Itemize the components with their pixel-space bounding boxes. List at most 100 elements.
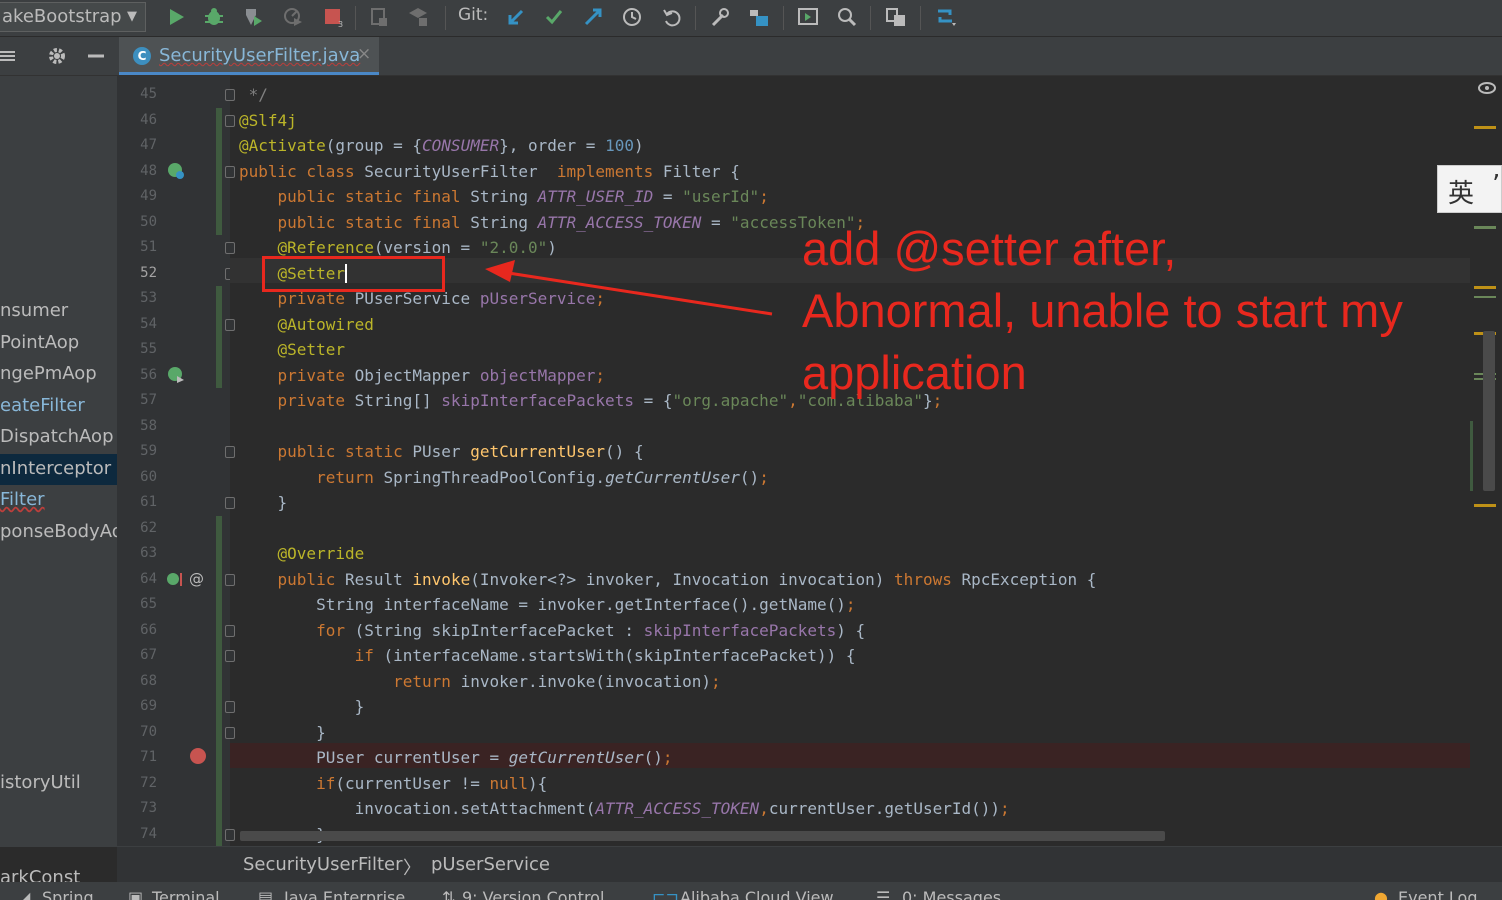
- line-number: 66: [140, 621, 157, 638]
- line-number: 45: [140, 86, 157, 102]
- deploy-icon[interactable]: [405, 4, 431, 30]
- autowired-bean-icon[interactable]: [167, 366, 185, 388]
- git-label: Git:: [458, 5, 489, 25]
- code-line[interactable]: @Slf4j: [239, 108, 297, 133]
- code-editor[interactable]: 45 46 47 48 49 50 51 52 53 54 55 56 57 58 59 60 61 62 63 64…: [117, 76, 1502, 846]
- code-line[interactable]: }: [239, 720, 326, 745]
- code-line[interactable]: return invoker.invoke(invocation);: [239, 669, 721, 694]
- fold-marker-icon[interactable]: [225, 165, 235, 178]
- breadcrumb-field[interactable]: pUserService: [431, 854, 550, 875]
- fold-marker-icon[interactable]: [225, 318, 235, 331]
- tool-alibaba-cloud-view[interactable]: Alibaba Cloud View: [680, 888, 834, 900]
- services-icon[interactable]: [883, 4, 909, 30]
- project-tree-item[interactable]: istoryUtil: [0, 772, 81, 793]
- coverage-icon[interactable]: [240, 4, 266, 30]
- terminal-icon[interactable]: [795, 4, 821, 30]
- line-number: 64: [140, 570, 157, 587]
- project-tree-item[interactable]: ngePmAop: [0, 363, 97, 384]
- code-line[interactable]: PUser currentUser = getCurrentUser();: [239, 745, 672, 770]
- vcs-change-marker[interactable]: [216, 107, 222, 235]
- debug-icon[interactable]: [201, 4, 227, 30]
- fold-marker-icon[interactable]: [225, 446, 235, 458]
- code-line[interactable]: @Reference(version = "2.0.0"): [239, 235, 557, 260]
- fold-marker-icon[interactable]: [225, 701, 235, 713]
- eye-icon: [1478, 82, 1496, 94]
- code-line[interactable]: }: [239, 694, 365, 719]
- code-line[interactable]: private PUserService pUserService;: [239, 286, 606, 311]
- svg-text:3: 3: [338, 20, 343, 28]
- history-icon[interactable]: [619, 4, 645, 30]
- tool-messages[interactable]: 0: Messages: [902, 888, 1001, 900]
- tool-terminal[interactable]: Terminal: [152, 888, 220, 900]
- horizontal-scrollbar[interactable]: [240, 831, 1165, 841]
- settings-icon[interactable]: [707, 4, 733, 30]
- override-icon[interactable]: @: [167, 570, 207, 592]
- fold-marker-icon[interactable]: [225, 114, 235, 127]
- code-line[interactable]: }: [239, 490, 288, 515]
- vcs-change-marker[interactable]: [216, 286, 222, 388]
- line-number: 54: [140, 315, 157, 332]
- fold-marker-icon[interactable]: [225, 624, 235, 637]
- profile-icon[interactable]: [280, 4, 306, 30]
- rollback-icon[interactable]: [659, 4, 685, 30]
- tool-event-log[interactable]: Event Log: [1398, 888, 1478, 900]
- git-compare-icon[interactable]: [580, 4, 606, 30]
- code-line[interactable]: public Result invoke(Invoker<?> invoker,…: [239, 567, 1097, 592]
- fold-marker-icon[interactable]: [225, 650, 235, 662]
- code-line[interactable]: if(currentUser != null){: [239, 771, 547, 796]
- tool-version-control[interactable]: 9: Version Control: [462, 888, 604, 900]
- git-commit-icon[interactable]: [541, 4, 567, 30]
- hide-panel-icon[interactable]: [83, 43, 109, 69]
- run-icon[interactable]: [163, 4, 189, 30]
- code-line[interactable]: String interfaceName = invoker.getInterf…: [239, 592, 855, 617]
- code-line[interactable]: @Autowired: [239, 312, 374, 337]
- tool-spring[interactable]: Spring: [42, 888, 94, 900]
- project-tree-item[interactable]: ponseBodyAd: [0, 521, 123, 542]
- code-line[interactable]: @Setter: [239, 261, 347, 286]
- search-icon[interactable]: [834, 4, 860, 30]
- fold-marker-icon[interactable]: [225, 573, 235, 586]
- fold-marker-icon[interactable]: [225, 726, 235, 739]
- fold-marker-icon[interactable]: [225, 242, 235, 254]
- code-line[interactable]: if (interfaceName.startsWith(skipInterfa…: [239, 643, 856, 668]
- fold-marker-icon[interactable]: [225, 89, 235, 101]
- fold-marker-icon[interactable]: [225, 828, 235, 841]
- stop-icon[interactable]: 3: [320, 4, 346, 30]
- fold-marker-icon[interactable]: [225, 497, 235, 509]
- git-update-icon[interactable]: [503, 4, 529, 30]
- tab-security-user-filter[interactable]: C SecurityUserFilter.java ×: [119, 37, 379, 75]
- breadcrumb-class[interactable]: SecurityUserFilter: [243, 854, 403, 875]
- code-line[interactable]: public static final String ATTR_USER_ID …: [239, 184, 769, 209]
- vcs-change-marker[interactable]: [216, 515, 222, 846]
- project-tree-item[interactable]: Filter: [0, 489, 45, 510]
- gear-icon[interactable]: [44, 43, 70, 69]
- ime-indicator[interactable]: 英 ’: [1437, 165, 1502, 213]
- code-line[interactable]: public class SecurityUserFilter implemen…: [239, 159, 740, 184]
- project-tree-item[interactable]: nsumer: [0, 300, 68, 321]
- code-line[interactable]: public static PUser getCurrentUser() {: [239, 439, 644, 464]
- ssh-icon[interactable]: [933, 4, 959, 30]
- project-tree-item[interactable]: PointAop: [0, 332, 79, 353]
- breakpoint-icon[interactable]: [190, 748, 208, 770]
- spring-icon: ◢: [18, 888, 31, 900]
- build-icon[interactable]: [366, 4, 392, 30]
- code-line[interactable]: @Setter: [239, 337, 345, 362]
- code-line[interactable]: @Activate(group = {CONSUMER}, order = 10…: [239, 133, 644, 158]
- collapse-all-icon[interactable]: [0, 43, 20, 69]
- spring-bean-icon[interactable]: [167, 162, 185, 184]
- code-line[interactable]: private String[] skipInterfacePackets = …: [239, 388, 943, 413]
- code-line[interactable]: @Override: [239, 541, 365, 566]
- code-line[interactable]: for (String skipInterfacePacket : skipIn…: [239, 618, 865, 643]
- code-line[interactable]: invocation.setAttachment(ATTR_ACCESS_TOK…: [239, 796, 1010, 821]
- code-line[interactable]: public static final String ATTR_ACCESS_T…: [239, 210, 866, 235]
- close-icon[interactable]: ×: [357, 44, 371, 64]
- structure-icon[interactable]: [746, 4, 772, 30]
- project-tree-item[interactable]: nInterceptor: [0, 458, 111, 479]
- run-configuration-select[interactable]: akeBootstrap ▼: [0, 2, 146, 32]
- tool-java-enterprise[interactable]: Java Enterprise: [284, 888, 405, 900]
- code-line[interactable]: */: [239, 82, 268, 107]
- project-tree-item[interactable]: DispatchAop: [0, 426, 114, 447]
- project-tree-item[interactable]: eateFilter: [0, 395, 85, 416]
- code-line[interactable]: return SpringThreadPoolConfig.getCurrent…: [239, 465, 769, 490]
- code-line[interactable]: private ObjectMapper objectMapper;: [239, 363, 606, 388]
